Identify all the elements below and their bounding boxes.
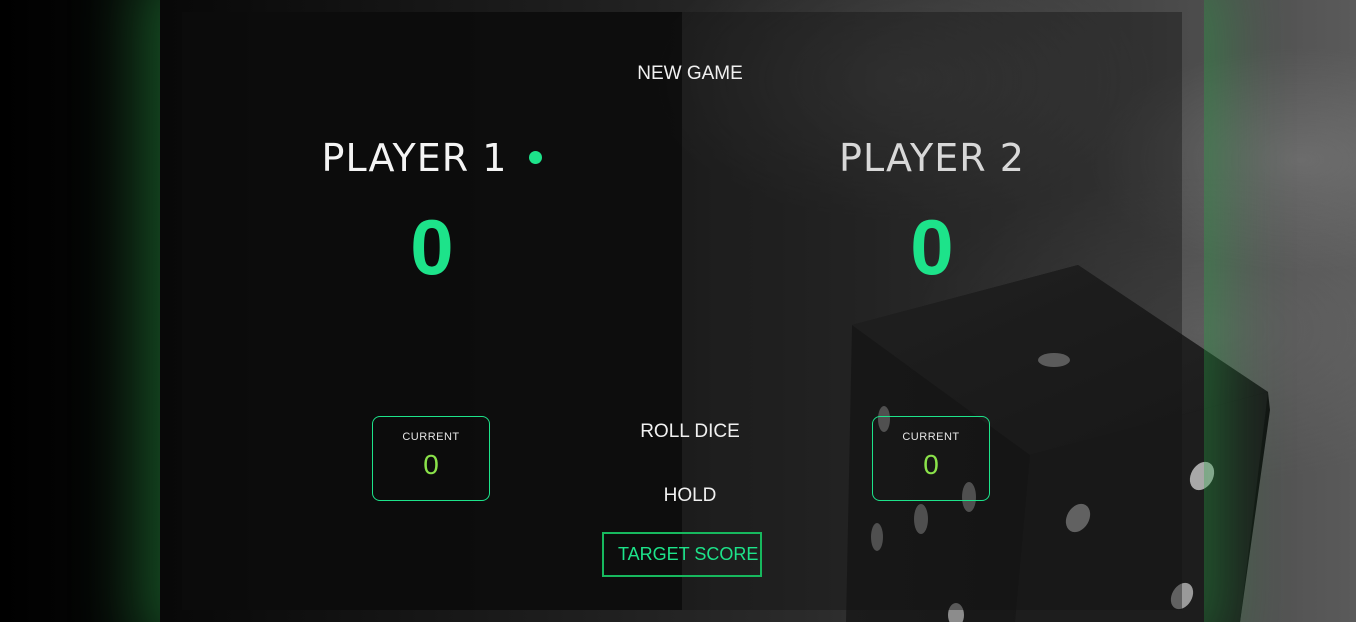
player-1-name: PLAYER 1 — [182, 136, 682, 180]
player-1-current-score: 0 — [423, 449, 439, 480]
roll-dice-button[interactable]: ROLL DICE — [626, 415, 754, 449]
active-player-dot-icon — [529, 151, 543, 164]
player-2-panel: PLAYER 2 0 CURRENT 0 — [682, 12, 1182, 610]
player-1-current-box: CURRENT 0 — [372, 416, 490, 501]
hold-button[interactable]: HOLD — [650, 479, 731, 513]
player-2-score: 0 — [910, 203, 954, 291]
player-2-name-text: PLAYER 2 — [839, 136, 1025, 180]
new-game-button[interactable]: NEW GAME — [623, 57, 757, 91]
player-2-current-label: CURRENT — [902, 431, 960, 443]
player-1-current-label: CURRENT — [402, 431, 460, 443]
player-2-name: PLAYER 2 — [682, 136, 1182, 180]
player-1-panel: PLAYER 1 0 CURRENT 0 — [182, 12, 682, 610]
player-1-score: 0 — [410, 203, 454, 291]
player-2-current-box: CURRENT 0 — [872, 416, 990, 501]
player-2-current-score: 0 — [923, 449, 939, 480]
game-board: PLAYER 1 0 CURRENT 0 PLAYER 2 0 CURRENT … — [182, 12, 1182, 610]
target-score-button[interactable]: TARGET SCORE — [602, 532, 762, 577]
player-1-name-text: PLAYER 1 — [321, 136, 508, 180]
